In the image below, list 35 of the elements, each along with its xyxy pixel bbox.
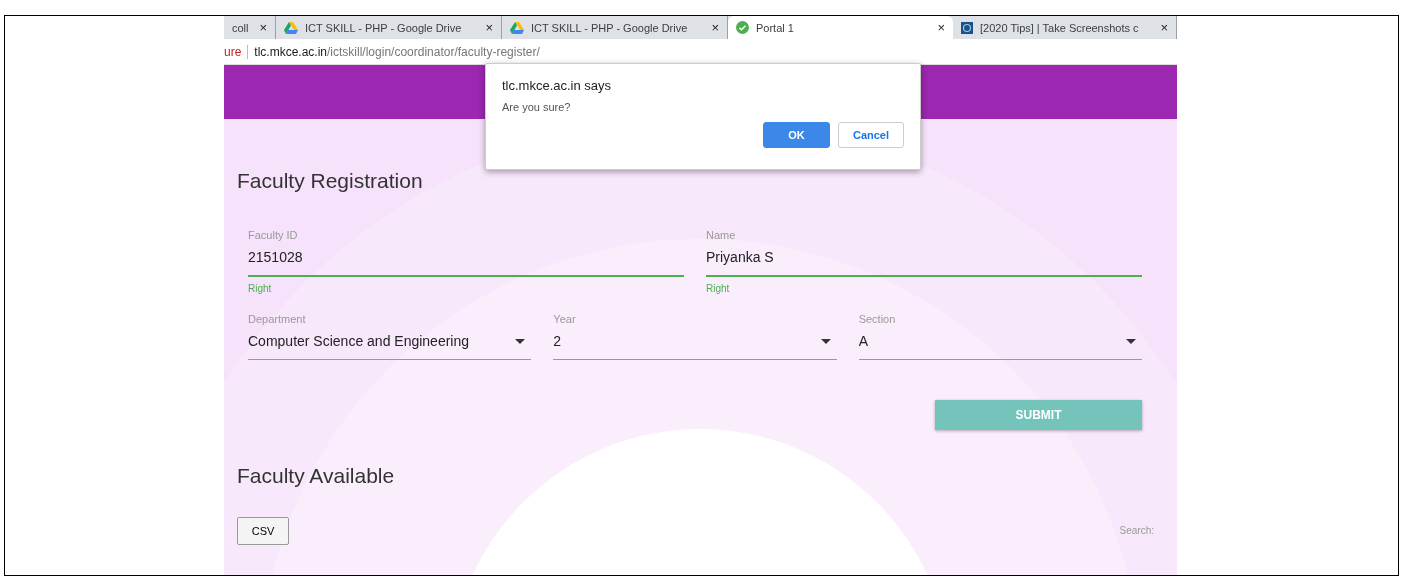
triangle-logo-icon — [284, 21, 298, 34]
field-label: Section — [858, 313, 897, 325]
section-title: Faculty Available — [237, 464, 396, 488]
field-label: Year — [553, 313, 577, 325]
select-field[interactable]: Computer Science and Engineering — [248, 329, 532, 360]
triangle-logo-icon — [510, 21, 524, 34]
helper-text: Right — [248, 283, 273, 294]
dialog-message: Are you sure? — [502, 101, 572, 113]
security-label: ure — [224, 44, 249, 59]
dropdown-caret-icon — [820, 338, 831, 344]
url-text[interactable]: tlc.mkce.ac.in/ictskill/login/coordinator/faculty-register/ — [254, 44, 540, 59]
helper-text: Right — [706, 283, 731, 294]
dropdown-caret-icon — [1126, 338, 1136, 344]
site-logo-icon — [961, 21, 973, 34]
search-label: Search: — [1119, 525, 1154, 536]
form-title: Faculty Registration — [237, 169, 424, 193]
field-label: Faculty ID — [248, 229, 299, 241]
dropdown-caret-icon — [515, 338, 526, 344]
close-icon[interactable]: × — [711, 20, 719, 35]
csv-button[interactable]: CSV — [237, 517, 289, 545]
ok-button[interactable]: OK — [763, 122, 830, 148]
close-icon[interactable]: × — [1160, 20, 1168, 35]
close-icon[interactable]: × — [259, 20, 267, 35]
dialog-title: tlc.mkce.ac.in says — [502, 78, 613, 93]
close-icon[interactable]: × — [485, 20, 493, 35]
cancel-button[interactable]: Cancel — [838, 122, 904, 148]
close-icon[interactable]: × — [937, 20, 945, 35]
select-field[interactable]: 2 — [553, 329, 837, 360]
input-field[interactable]: 2151028 — [248, 245, 684, 277]
input-field[interactable]: Priyanka S — [706, 245, 1142, 277]
field-label: Department — [248, 313, 307, 325]
field-label: Name — [706, 229, 737, 241]
browser-tab[interactable]: Portal 1 × — [728, 16, 953, 39]
select-field[interactable]: A — [858, 329, 1142, 360]
check-circle-icon — [736, 21, 749, 34]
